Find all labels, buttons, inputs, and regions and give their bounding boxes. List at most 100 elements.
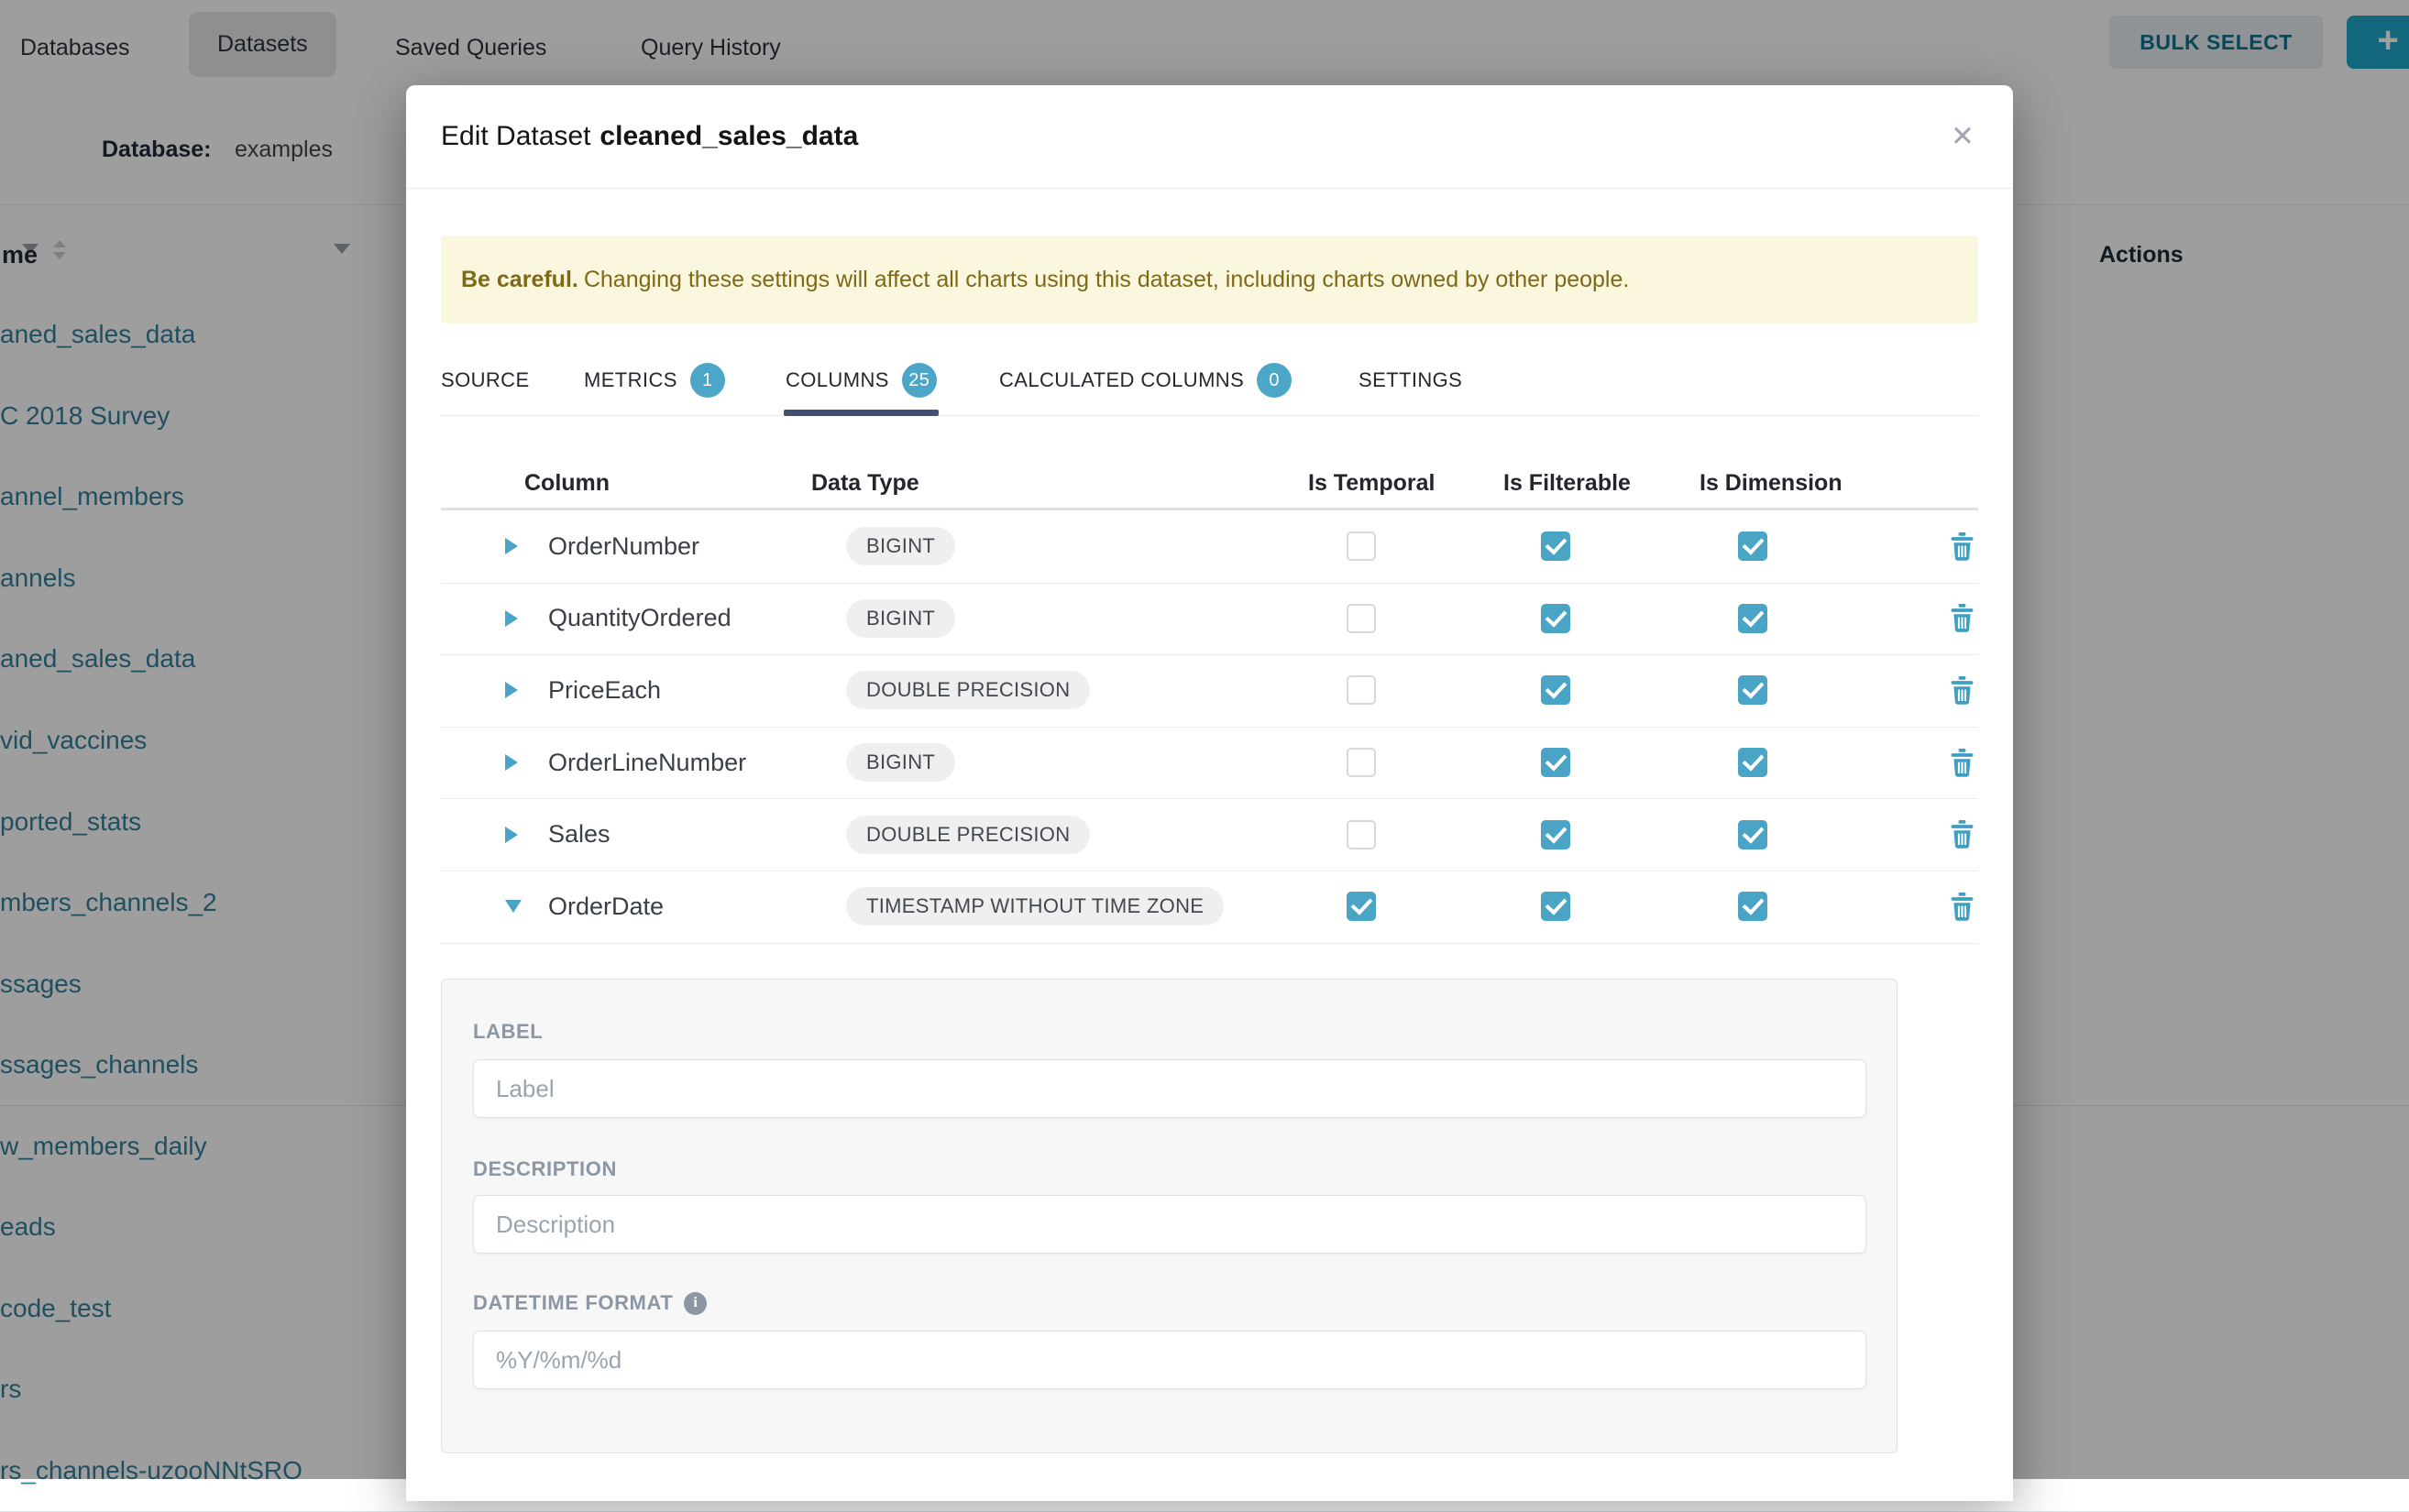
column-row-ordernumber: OrderNumber BIGINT [441,510,1978,584]
is-temporal-checkbox[interactable] [1347,820,1376,849]
expand-row-icon[interactable] [505,727,527,799]
data-type-pill: BIGINT [846,743,955,782]
expand-row-icon[interactable] [505,583,527,655]
tab-label: SOURCE [441,368,530,392]
data-type-cell: TIMESTAMP WITHOUT TIME ZONE [846,871,1224,943]
is-filterable-checkbox-cell [1541,654,1570,727]
collapse-row-icon[interactable] [505,871,527,943]
edit-dataset-modal: Edit Dataset cleaned_sales_data ✕ Be car… [406,85,2013,1501]
column-name: Sales [548,820,610,849]
delete-column-cell [1943,510,1980,583]
is-dimension-checkbox[interactable] [1738,892,1767,921]
tab-columns[interactable]: COLUMNS 25 [786,345,937,415]
column-name: PriceEach [548,676,661,705]
is-temporal-checkbox[interactable] [1347,604,1376,633]
column-row-orderdate: OrderDateTIMESTAMP WITHOUT TIME ZONE [441,871,1978,944]
data-type-cell: BIGINT [846,510,955,583]
is-temporal-checkbox[interactable] [1347,675,1376,705]
expand-row-icon[interactable] [505,510,527,583]
modal-header: Edit Dataset cleaned_sales_data ✕ [406,85,2013,189]
column-name: OrderLineNumber [548,749,746,777]
delete-column-button[interactable] [1943,526,1980,566]
is-dimension-checkbox[interactable] [1738,675,1767,705]
column-name-cell: QuantityOrdered [548,583,732,655]
caret-right-icon [505,754,518,771]
delete-column-button[interactable] [1943,670,1980,710]
column-name: OrderNumber [548,532,699,561]
column-name-cell: OrderNumber [548,510,699,583]
is-temporal-checkbox-cell [1347,583,1376,655]
caret-right-icon [505,682,518,698]
modal-tabs: SOURCE METRICS1 COLUMNS 25 CALCULATED COLUMN… [441,345,1978,416]
label-heading-text: LABEL [473,1020,543,1044]
tab-metrics[interactable]: METRICS1 [584,345,725,415]
is-filterable-checkbox[interactable] [1541,604,1570,633]
close-icon[interactable]: ✕ [1940,85,1986,188]
is-dimension-checkbox[interactable] [1738,531,1767,561]
datetime-format-input[interactable] [473,1331,1866,1389]
warning-banner: Be careful. Changing these settings will… [441,236,1978,323]
data-type-header: Data Type [811,455,919,510]
is-filterable-checkbox[interactable] [1541,531,1570,561]
tab-label: SETTINGS [1358,368,1462,392]
tab-count-badge: 1 [690,363,725,398]
is-filterable-checkbox-cell [1541,510,1570,583]
column-name-cell: OrderLineNumber [548,727,746,799]
is-dimension-checkbox[interactable] [1738,604,1767,633]
is-temporal-checkbox-cell [1347,798,1376,871]
is-dimension-checkbox-cell [1738,871,1767,943]
data-type-pill: BIGINT [846,527,955,565]
tab-source[interactable]: SOURCE [441,345,530,415]
datetime-heading-text: DATETIME FORMAT [473,1291,673,1315]
delete-column-button[interactable] [1943,886,1980,926]
is-temporal-checkbox[interactable] [1347,892,1376,921]
data-type-pill: TIMESTAMP WITHOUT TIME ZONE [846,887,1224,926]
delete-column-button[interactable] [1943,598,1980,639]
is-filterable-checkbox-cell [1541,871,1570,943]
tab-count-badge: 25 [902,363,937,398]
datetime-format-field-heading: DATETIME FORMAT i [473,1290,707,1316]
info-icon[interactable]: i [684,1292,707,1315]
expand-row-icon[interactable] [505,654,527,727]
tab-calculated-columns[interactable]: CALCULATED COLUMNS0 [999,345,1292,415]
caret-right-icon [505,538,518,554]
is-filterable-checkbox[interactable] [1541,675,1570,705]
column-row-priceeach: PriceEachDOUBLE PRECISION [441,654,1978,728]
caret-down-icon [505,900,522,913]
is-filterable-checkbox[interactable] [1541,820,1570,849]
tab-label: COLUMNS [786,368,889,392]
column-header: Column [524,455,610,510]
delete-column-cell [1943,583,1980,655]
is-temporal-checkbox-cell [1347,727,1376,799]
is-dimension-checkbox-cell [1738,510,1767,583]
trash-icon [1950,893,1974,921]
is-temporal-checkbox-cell [1347,654,1376,727]
description-input[interactable] [473,1195,1866,1254]
is-temporal-checkbox[interactable] [1347,531,1376,561]
is-dimension-checkbox[interactable] [1738,748,1767,777]
delete-column-cell [1943,871,1980,943]
tab-settings[interactable]: SETTINGS [1358,345,1462,415]
is-dimension-checkbox[interactable] [1738,820,1767,849]
is-dimension-checkbox-cell [1738,654,1767,727]
label-input[interactable] [473,1059,1866,1118]
delete-column-cell [1943,727,1980,799]
data-type-cell: BIGINT [846,583,955,655]
description-heading-text: DESCRIPTION [473,1157,617,1181]
is-filterable-checkbox[interactable] [1541,748,1570,777]
column-row-orderlinenumber: OrderLineNumber BIGINT [441,727,1978,800]
expand-row-icon[interactable] [505,798,527,871]
data-type-pill: BIGINT [846,599,955,638]
is-temporal-checkbox[interactable] [1347,748,1376,777]
delete-column-button[interactable] [1943,815,1980,855]
caret-right-icon [505,610,518,627]
warning-banner-bold: Be careful. [461,267,578,293]
tab-label: CALCULATED COLUMNS [999,368,1244,392]
trash-icon [1950,676,1974,705]
is-filterable-checkbox-cell [1541,798,1570,871]
modal-title-prefix: Edit Dataset [441,121,590,152]
caret-right-icon [505,827,518,843]
trash-icon [1950,820,1974,849]
is-filterable-checkbox[interactable] [1541,892,1570,921]
delete-column-button[interactable] [1943,742,1980,783]
